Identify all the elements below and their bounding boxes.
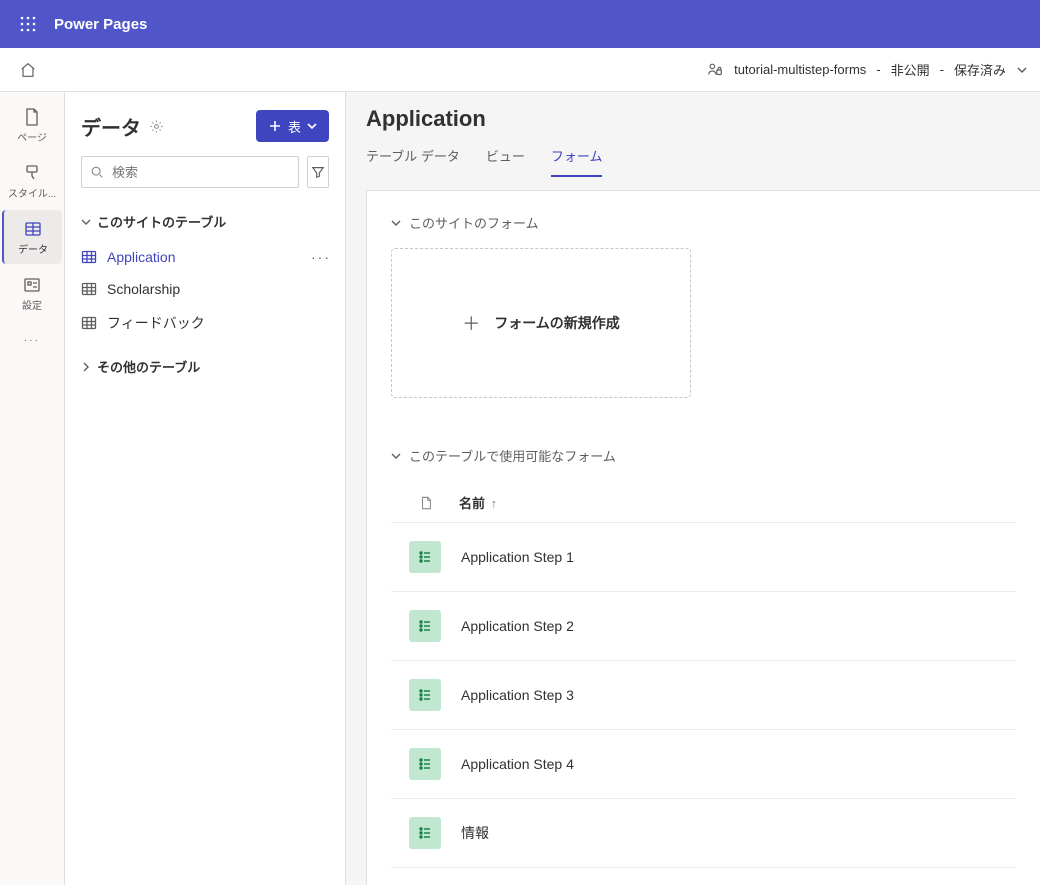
- form-name: 情報: [461, 823, 489, 843]
- rail-data[interactable]: データ: [2, 210, 62, 264]
- tabs: テーブル データ ビュー フォーム: [346, 132, 1040, 178]
- page-icon: [22, 107, 42, 127]
- settings-icon: [22, 275, 42, 295]
- home-icon: [19, 61, 37, 79]
- search-input[interactable]: [110, 164, 290, 181]
- app-launcher-button[interactable]: [8, 0, 48, 48]
- rail-more[interactable]: ···: [2, 322, 62, 358]
- tab-views[interactable]: ビュー: [486, 140, 525, 177]
- table-label: Scholarship: [107, 281, 180, 297]
- form-row[interactable]: 情報: [391, 799, 1016, 868]
- search-icon: [90, 165, 104, 179]
- section-available-forms-header[interactable]: このテーブルで使用可能なフォーム: [391, 446, 1016, 465]
- main-area: Application テーブル データ ビュー フォーム このサイトのフォーム…: [346, 92, 1040, 885]
- brand-label: Power Pages: [54, 16, 147, 33]
- form-name: Application Step 2: [461, 618, 574, 634]
- panel-title: データ: [81, 112, 141, 141]
- chevron-down-icon: [391, 218, 401, 228]
- gear-icon[interactable]: [149, 119, 164, 134]
- save-state: 保存済み: [954, 60, 1006, 79]
- ellipsis-icon: ···: [24, 335, 40, 346]
- side-panel: データ 表 このサイトのテーブル Appl: [64, 92, 346, 885]
- table-icon: [81, 281, 97, 297]
- form-icon: [409, 679, 441, 711]
- filter-button[interactable]: [307, 156, 329, 188]
- tab-table-data[interactable]: テーブル データ: [366, 140, 460, 177]
- form-name: Application Step 1: [461, 549, 574, 565]
- section-site-forms-header[interactable]: このサイトのフォーム: [391, 213, 1016, 232]
- column-name-header[interactable]: 名前 ↑: [459, 493, 497, 512]
- form-row[interactable]: Application Step 1: [391, 523, 1016, 592]
- table-icon: [81, 315, 97, 331]
- rail-settings[interactable]: 設定: [2, 266, 62, 320]
- site-name: tutorial-multistep-forms: [734, 62, 866, 77]
- form-row[interactable]: Application Step 3: [391, 661, 1016, 730]
- chevron-right-icon: [81, 362, 91, 372]
- chevron-down-icon: [391, 451, 401, 461]
- form-row[interactable]: Application Step 4: [391, 730, 1016, 799]
- form-icon: [409, 817, 441, 849]
- plus-icon: ＋: [462, 310, 480, 336]
- form-name: Application Step 3: [461, 687, 574, 703]
- rail-pages[interactable]: ページ: [2, 98, 62, 152]
- tab-forms[interactable]: フォーム: [551, 140, 603, 177]
- table-item-feedback[interactable]: フィードバック: [65, 305, 345, 341]
- document-icon: [419, 496, 433, 510]
- form-icon: [409, 610, 441, 642]
- waffle-icon: [20, 16, 36, 32]
- data-icon: [23, 219, 43, 239]
- site-status-area[interactable]: tutorial-multistep-forms - 非公開 - 保存済み: [706, 60, 1028, 79]
- form-name: Application Step 4: [461, 756, 574, 772]
- new-table-button[interactable]: 表: [256, 110, 329, 142]
- table-item-application[interactable]: Application ···: [65, 241, 345, 273]
- site-tables-header[interactable]: このサイトのテーブル: [65, 202, 345, 241]
- search-box[interactable]: [81, 156, 299, 188]
- form-icon: [409, 541, 441, 573]
- sub-header: tutorial-multistep-forms - 非公開 - 保存済み: [0, 48, 1040, 92]
- plus-icon: [268, 119, 282, 133]
- nav-rail: ページ スタイル... データ 設定 ···: [0, 92, 64, 885]
- site-visibility: 非公開: [891, 60, 930, 79]
- chevron-down-icon: [1016, 64, 1028, 76]
- table-icon: [81, 249, 97, 265]
- more-button[interactable]: ···: [311, 249, 331, 265]
- filter-icon: [311, 165, 325, 179]
- chevron-down-icon: [81, 217, 91, 227]
- create-form-card[interactable]: ＋ フォームの新規作成: [391, 248, 691, 398]
- form-icon: [409, 748, 441, 780]
- brush-icon: [22, 163, 42, 183]
- top-bar: Power Pages: [0, 0, 1040, 48]
- table-item-scholarship[interactable]: Scholarship: [65, 273, 345, 305]
- content-scroll[interactable]: このサイトのフォーム ＋ フォームの新規作成 このテーブルで使用可能なフォーム …: [366, 190, 1040, 885]
- chevron-down-icon: [307, 121, 317, 131]
- rail-style[interactable]: スタイル...: [2, 154, 62, 208]
- home-button[interactable]: [12, 61, 44, 79]
- form-row[interactable]: Application Step 2: [391, 592, 1016, 661]
- page-title: Application: [366, 106, 1020, 132]
- sort-asc-icon: ↑: [491, 496, 498, 511]
- table-label: フィードバック: [107, 313, 205, 333]
- form-list-header: 名前 ↑: [391, 481, 1016, 523]
- table-label: Application: [107, 249, 176, 265]
- people-lock-icon: [706, 61, 724, 79]
- other-tables-header[interactable]: その他のテーブル: [65, 341, 345, 386]
